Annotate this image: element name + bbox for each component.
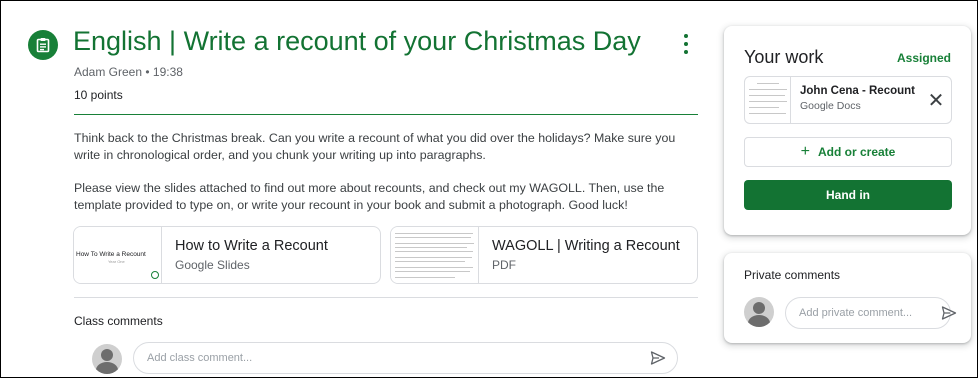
add-or-create-label: Add or create <box>817 145 896 159</box>
attachment-title: How to Write a Recount <box>175 238 328 254</box>
divider <box>74 114 698 115</box>
attachment-card[interactable]: WAGOLL | Writing a Recount PDF <box>390 226 698 284</box>
hand-in-button[interactable]: Hand in <box>744 180 952 210</box>
attachment-type: Google Slides <box>175 258 250 272</box>
status-badge: Assigned <box>896 51 951 65</box>
attached-file[interactable]: John Cena - Recount Google Docs ✕ <box>744 76 952 124</box>
file-type: Google Docs <box>800 100 861 112</box>
more-options-icon[interactable] <box>680 34 692 54</box>
send-icon[interactable] <box>649 349 667 367</box>
slides-badge-icon <box>151 271 159 279</box>
assignment-title: English | Write a recount of your Christ… <box>73 26 641 56</box>
file-name: John Cena - Recount <box>800 85 915 97</box>
attachment-card[interactable]: How To Write a Recount Year One How to W… <box>73 226 381 284</box>
assignment-meta: Adam Green • 19:38 <box>74 65 183 79</box>
send-icon[interactable] <box>941 304 957 322</box>
thumbnail-subtext: Year One <box>108 259 125 264</box>
assignment-points: 10 points <box>74 88 123 102</box>
divider <box>74 297 698 298</box>
pdf-thumbnail-icon <box>391 227 479 283</box>
plus-icon: + <box>800 143 810 160</box>
private-comment-input[interactable] <box>799 307 941 319</box>
assignment-description: Think back to the Christmas break. Can y… <box>74 131 676 162</box>
private-comments-card: Private comments <box>724 253 971 343</box>
avatar <box>744 297 774 327</box>
class-comment-input[interactable] <box>147 352 649 364</box>
avatar <box>92 344 122 374</box>
private-comments-label: Private comments <box>744 268 841 282</box>
your-work-card: Your work Assigned John Cena - Recount G… <box>724 26 971 235</box>
docs-thumbnail-icon <box>745 77 791 123</box>
your-work-title: Your work <box>744 47 824 67</box>
thumbnail-text: How To Write a Recount <box>76 251 146 258</box>
assignment-description: Please view the slides attached to find … <box>74 181 665 212</box>
attachment-type: PDF <box>492 258 516 272</box>
private-comment-field[interactable] <box>785 297 957 329</box>
class-comment-field[interactable] <box>133 342 678 374</box>
add-or-create-button[interactable]: + Add or create <box>744 137 952 167</box>
close-icon[interactable]: ✕ <box>921 77 951 123</box>
assignment-icon <box>28 30 58 60</box>
class-comments-label: Class comments <box>74 314 163 328</box>
slides-thumbnail-icon: How To Write a Recount Year One <box>74 227 162 283</box>
attachment-title: WAGOLL | Writing a Recount <box>492 238 680 254</box>
